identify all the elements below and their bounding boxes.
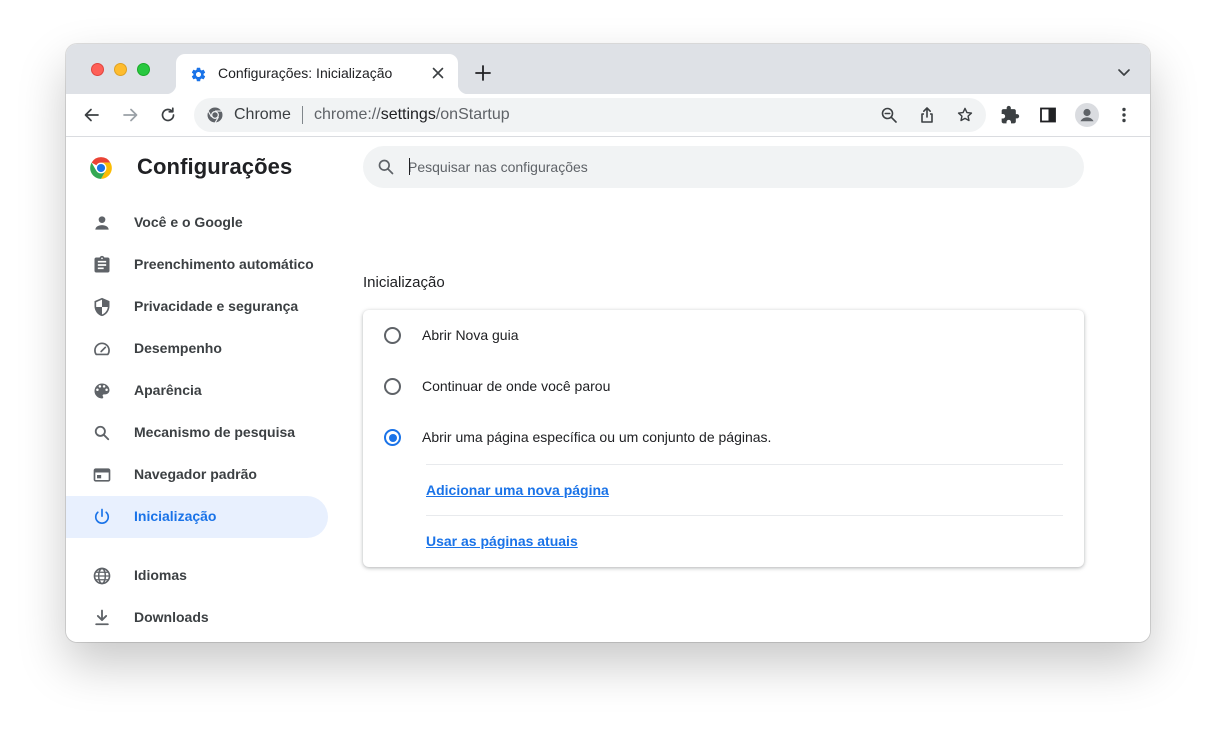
tab-title: Configurações: Inicialização — [218, 65, 393, 81]
add-page-link[interactable]: Adicionar uma nova página — [426, 482, 609, 498]
sidebar-item-aparencia[interactable]: Aparência — [66, 370, 328, 412]
option-label: Abrir uma página específica ou um conjun… — [422, 429, 772, 445]
tab-settings[interactable]: Configurações: Inicialização — [166, 54, 468, 94]
page-title: Configurações — [137, 154, 293, 179]
sidebar-item-desempenho[interactable]: Desempenho — [66, 328, 328, 370]
menu-icon[interactable] — [1113, 104, 1135, 126]
person-icon — [92, 213, 112, 233]
palette-icon — [92, 381, 112, 401]
profile-icon[interactable] — [1075, 103, 1099, 127]
chevron-down-icon[interactable] — [1116, 67, 1132, 79]
sidebar-item-label: Navegador padrão — [134, 466, 257, 482]
sidebar-item-mecanismo[interactable]: Mecanismo de pesquisa — [66, 412, 328, 454]
startup-option-new-tab[interactable]: Abrir Nova guia — [363, 310, 1084, 360]
url-path: /onStartup — [435, 106, 510, 123]
url-host: settings — [380, 106, 436, 123]
sidebar-item-label: Downloads — [134, 609, 209, 625]
side-panel-icon[interactable] — [1037, 104, 1059, 126]
sidebar-item-label: Idiomas — [134, 567, 187, 583]
minimize-window-button[interactable] — [114, 63, 127, 76]
startup-option-specific-pages[interactable]: Abrir uma página específica ou um conjun… — [363, 412, 1084, 462]
chrome-site-icon — [206, 106, 224, 124]
clipboard-icon — [92, 255, 112, 275]
sidebar-item-downloads[interactable]: Downloads — [66, 597, 328, 639]
sidebar-item-voce-e-o-google[interactable]: Você e o Google — [66, 202, 328, 244]
search-icon — [377, 158, 395, 176]
search-bar[interactable] — [363, 146, 1084, 188]
site-chip-label: Chrome — [234, 106, 291, 123]
sidebar-item-privacidade[interactable]: Privacidade e segurança — [66, 286, 328, 328]
url-scheme: chrome:// — [314, 106, 381, 123]
browser-window: Configurações: Inicialização Chrome chro… — [66, 44, 1150, 642]
section-title: Inicialização — [363, 274, 445, 291]
zoom-icon[interactable] — [880, 106, 898, 124]
sidebar-item-label: Desempenho — [134, 340, 222, 356]
option-label: Abrir Nova guia — [422, 327, 519, 343]
gear-icon — [190, 66, 207, 83]
settings-page: Configurações Você e o Google Preenchime… — [66, 138, 1150, 642]
sidebar-item-inicializacao[interactable]: Inicialização — [66, 496, 328, 538]
sidebar-item-idiomas[interactable]: Idiomas — [66, 555, 328, 597]
sidebar-item-navegador-padrao[interactable]: Navegador padrão — [66, 454, 328, 496]
speedometer-icon — [92, 339, 112, 359]
sidebar-item-label: Inicialização — [134, 508, 217, 524]
sidebar-item-label: Privacidade e segurança — [134, 298, 299, 314]
browser-window-icon — [92, 465, 112, 485]
radio-button[interactable] — [384, 327, 401, 344]
share-icon[interactable] — [918, 106, 936, 124]
use-current-pages-link[interactable]: Usar as páginas atuais — [426, 533, 578, 549]
back-icon[interactable] — [81, 104, 103, 126]
new-tab-icon[interactable] — [474, 64, 492, 82]
toolbar: Chrome chrome://settings/onStartup — [66, 94, 1150, 137]
text-cursor — [409, 158, 410, 175]
sidebar-item-label: Preenchimento automático — [134, 256, 314, 272]
power-icon — [92, 507, 112, 527]
sidebar-item-label: Você e o Google — [134, 214, 243, 230]
bookmark-star-icon[interactable] — [956, 106, 974, 124]
extensions-icon[interactable] — [999, 104, 1021, 126]
startup-option-continue[interactable]: Continuar de onde você parou — [363, 361, 1084, 411]
option-label: Continuar de onde você parou — [422, 378, 611, 394]
url-text[interactable]: chrome://settings/onStartup — [314, 106, 510, 124]
globe-icon — [92, 566, 112, 586]
omnibox-divider — [302, 106, 303, 124]
card-divider — [426, 464, 1063, 465]
close-window-button[interactable] — [91, 63, 104, 76]
tab-strip: Configurações: Inicialização — [66, 44, 1150, 94]
search-icon — [92, 423, 112, 443]
radio-button[interactable] — [384, 378, 401, 395]
startup-options-card: Abrir Nova guia Continuar de onde você p… — [363, 310, 1084, 567]
close-icon[interactable] — [430, 65, 446, 81]
forward-icon[interactable] — [119, 104, 141, 126]
zoom-window-button[interactable] — [137, 63, 150, 76]
card-divider — [426, 515, 1063, 516]
radio-button-checked[interactable] — [384, 429, 401, 446]
omnibox[interactable]: Chrome chrome://settings/onStartup — [194, 98, 986, 132]
sidebar-item-preenchimento[interactable]: Preenchimento automático — [66, 244, 328, 286]
sidebar-item-label: Aparência — [134, 382, 202, 398]
search-input[interactable] — [408, 156, 1048, 178]
shield-icon — [92, 297, 112, 317]
sidebar-item-label: Mecanismo de pesquisa — [134, 424, 296, 440]
download-icon — [92, 608, 112, 628]
chrome-logo-icon — [88, 155, 114, 181]
reload-icon[interactable] — [157, 104, 179, 126]
